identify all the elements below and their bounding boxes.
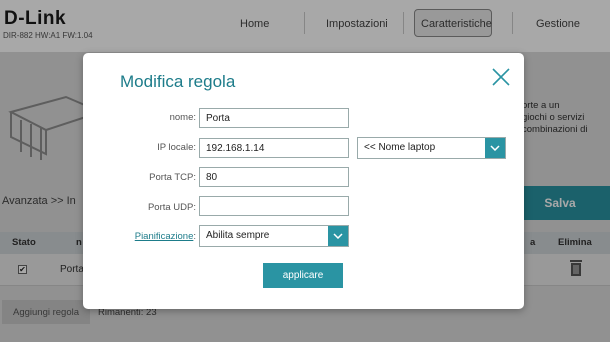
chevron-down-icon[interactable] <box>328 226 348 246</box>
udp-port-input[interactable] <box>199 196 349 216</box>
close-icon[interactable] <box>491 67 511 87</box>
nome-label: nome: <box>169 112 196 123</box>
schedule-colon: : <box>193 231 196 242</box>
device-select[interactable]: << Nome laptop <box>357 137 506 159</box>
chevron-down-icon[interactable] <box>485 138 505 158</box>
ip-label: IP locale: <box>157 142 196 153</box>
apply-button[interactable]: applicare <box>263 263 343 288</box>
device-select-value: << Nome laptop <box>364 142 436 153</box>
udp-label: Porta UDP: <box>147 202 196 213</box>
schedule-select-value: Abilita sempre <box>206 230 270 241</box>
schedule-select[interactable]: Abilita sempre <box>199 225 349 247</box>
schedule-link[interactable]: Pianificazione <box>135 231 194 242</box>
tcp-label: Porta TCP: <box>149 172 196 183</box>
tcp-port-input[interactable] <box>199 167 349 187</box>
nome-input[interactable] <box>199 108 349 128</box>
ip-input[interactable] <box>199 138 349 158</box>
dialog-title: Modifica regola <box>120 72 236 91</box>
schedule-label: Pianificazione: <box>135 231 196 242</box>
edit-rule-dialog: Modifica regola nome: IP locale: << Nome… <box>83 53 524 309</box>
